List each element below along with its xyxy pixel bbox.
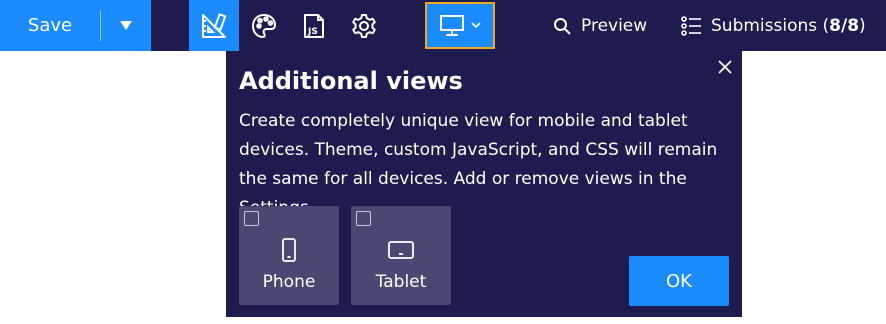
tablet-checkbox[interactable] xyxy=(356,211,371,226)
save-button-group: Save xyxy=(0,0,151,51)
style-guide-button[interactable] xyxy=(189,0,239,51)
submissions-button[interactable]: Submissions (8/8) xyxy=(681,0,866,51)
submissions-label-close: ) xyxy=(859,15,866,36)
phone-label: Phone xyxy=(262,272,316,292)
close-icon xyxy=(718,60,732,74)
chevron-down-icon xyxy=(471,22,481,29)
tablet-label: Tablet xyxy=(375,272,427,292)
additional-views-popover: Additional views Create completely uniqu… xyxy=(226,51,742,317)
js-icon: JS xyxy=(304,13,324,38)
preview-label: Preview xyxy=(581,15,648,36)
device-option-tablet[interactable]: Tablet xyxy=(351,206,451,305)
submissions-count: 8/8 xyxy=(829,15,860,36)
search-icon xyxy=(554,17,571,35)
palette-icon xyxy=(251,13,277,38)
phone-checkbox[interactable] xyxy=(244,211,259,226)
phone-icon xyxy=(282,238,296,262)
popover-title: Additional views xyxy=(239,67,463,95)
device-option-phone[interactable]: Phone xyxy=(239,206,339,305)
settings-button[interactable] xyxy=(339,0,389,51)
submissions-label-text: Submissions ( xyxy=(711,15,830,36)
devices-view-button[interactable] xyxy=(425,2,495,49)
custom-js-button[interactable]: JS xyxy=(289,0,339,51)
save-button[interactable]: Save xyxy=(0,0,100,51)
gear-icon xyxy=(352,13,376,38)
js-icon-label: JS xyxy=(307,27,318,37)
theme-button[interactable] xyxy=(239,0,289,51)
desktop-device-icon xyxy=(440,14,464,36)
phone-icon-wrap xyxy=(239,238,339,262)
save-dropdown-button[interactable] xyxy=(101,0,151,51)
tablet-icon xyxy=(388,241,414,259)
close-button[interactable] xyxy=(714,56,736,78)
preview-button[interactable]: Preview xyxy=(553,0,647,51)
tablet-icon-wrap xyxy=(351,238,451,262)
style-guide-icon xyxy=(202,12,227,38)
caret-down-icon xyxy=(120,21,132,30)
ok-button[interactable]: OK xyxy=(629,256,729,306)
list-icon xyxy=(681,15,701,36)
top-toolbar: Save JS Preview Submissions (8/8) xyxy=(0,0,886,51)
submissions-label: Submissions (8/8) xyxy=(711,16,866,36)
